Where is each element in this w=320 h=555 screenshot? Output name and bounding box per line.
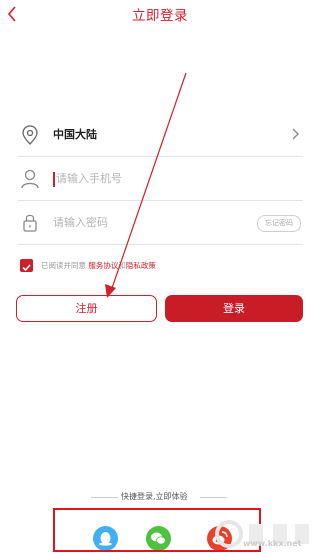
service-agreement-link[interactable]: 服务协议: [88, 261, 118, 270]
phone-field[interactable]: 请输入手机号: [18, 158, 303, 201]
agreement-checkbox[interactable]: [20, 259, 33, 272]
page-title: 立即登录: [132, 8, 188, 24]
user-icon: [21, 169, 39, 189]
privacy-policy-link[interactable]: 隐私政策: [126, 261, 156, 270]
phone-placeholder: 请输入手机号: [56, 172, 122, 185]
divider-right: [200, 497, 227, 498]
chevron-right-icon: [292, 128, 299, 140]
quick-login-label: 快捷登录,立即体验: [121, 492, 188, 501]
agreement-text: 已阅读并同意 服务协议和隐私政策: [41, 260, 156, 271]
region-selector[interactable]: 中国大陆: [18, 114, 303, 157]
checkmark-icon: [22, 264, 31, 272]
forgot-password-button[interactable]: 忘记密码: [257, 215, 301, 232]
agreement-prefix: 已阅读并同意: [41, 261, 86, 270]
text-cursor: [53, 172, 55, 187]
location-pin-icon: [22, 125, 38, 145]
annotation-arrow-icon: [105, 72, 187, 298]
watermark-url: www.kkx.net: [243, 539, 302, 548]
password-field[interactable]: 请输入密码 忘记密码: [18, 202, 303, 245]
agreement-joiner: 和: [118, 261, 126, 270]
register-button[interactable]: 注册: [16, 295, 157, 322]
login-button[interactable]: 登录: [165, 295, 303, 322]
divider-left: [91, 497, 118, 498]
region-label: 中国大陆: [53, 128, 97, 141]
password-placeholder: 请输入密码: [53, 216, 108, 229]
lock-icon: [23, 214, 37, 232]
